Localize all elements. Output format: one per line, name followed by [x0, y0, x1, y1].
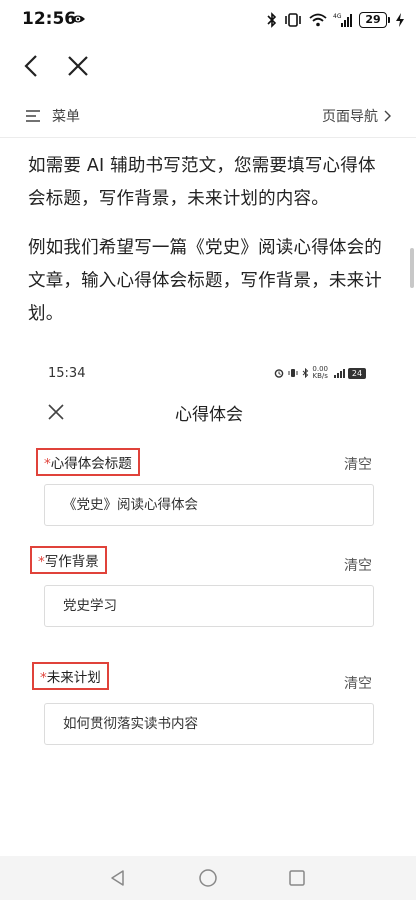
required-mark: *: [40, 670, 47, 686]
embedded-page-title: 心得体会: [175, 405, 243, 425]
plan-input: 如何贯彻落实读书内容: [44, 703, 374, 745]
eye-icon: [71, 15, 85, 23]
embedded-screenshot: 15:34 0.00 KB/s 24 心得体会 *心得体会标题 清空 《党史》阅…: [28, 358, 390, 758]
charging-icon: [396, 13, 404, 27]
article-paragraph: 如需要 AI 辅助书写范文，您需要填写心得体会标题，写作背景，未来计划的内容。: [28, 156, 376, 209]
required-mark: *: [44, 456, 51, 472]
chevron-right-icon: [384, 110, 391, 122]
alarm-icon: [275, 369, 284, 378]
svg-text:4G: 4G: [333, 13, 342, 20]
clear-button: 清空: [344, 457, 372, 473]
page-nav-label: 页面导航: [322, 109, 378, 125]
article-paragraph: 例如我们希望写一篇《党史》阅读心得体会的文章，输入心得体会标题，写作背景，未来计…: [28, 238, 382, 324]
field-label-plan: *未来计划: [32, 662, 109, 690]
nav-home-icon[interactable]: [198, 868, 218, 888]
field-label-text: 心得体会标题: [50, 456, 132, 472]
signal-icon: [334, 369, 345, 378]
system-nav-bar: [0, 856, 416, 900]
menu-icon: [26, 110, 40, 122]
back-arrow-icon[interactable]: [18, 50, 48, 82]
article-body: 如需要 AI 辅助书写范文，您需要填写心得体会标题，写作背景，未来计划的内容。 …: [28, 150, 390, 331]
menu-label: 菜单: [52, 109, 80, 125]
status-bar: 12:56 4G 29: [0, 0, 416, 40]
page-nav-button[interactable]: 页面导航: [322, 106, 392, 126]
top-nav: [0, 44, 416, 88]
scroll-indicator[interactable]: [410, 248, 414, 288]
clear-button: 清空: [344, 676, 372, 692]
nav-recent-icon[interactable]: [287, 868, 307, 888]
field-label-title: *心得体会标题: [36, 448, 140, 476]
embedded-status-time: 15:34: [48, 366, 86, 381]
embedded-status-icons: 0.00 KB/s 24: [274, 366, 366, 380]
field-label-background: *写作背景: [30, 546, 107, 574]
bluetooth-icon: [267, 12, 277, 28]
embedded-battery: 24: [348, 367, 366, 379]
title-input: 《党史》阅读心得体会: [44, 484, 374, 526]
field-label-text: 写作背景: [44, 554, 99, 570]
background-input: 党史学习: [44, 585, 374, 627]
battery-indicator: 29: [359, 12, 390, 28]
nav-back-icon[interactable]: [108, 868, 128, 888]
menu-bar: 菜单 页面导航: [0, 98, 416, 138]
menu-button[interactable]: 菜单: [26, 106, 80, 126]
embedded-net-speed-unit: KB/s: [312, 372, 328, 380]
close-icon[interactable]: [62, 50, 94, 82]
status-time: 12:56: [22, 9, 77, 29]
required-mark: *: [38, 554, 45, 570]
clear-button: 清空: [344, 558, 372, 574]
signal-icon: 4G: [333, 13, 352, 27]
field-label-text: 未来计划: [46, 670, 101, 686]
vibrate-icon: [288, 369, 298, 377]
wifi-icon: [309, 13, 327, 27]
battery-level: 29: [359, 12, 387, 28]
vibrate-icon: [285, 13, 301, 27]
bluetooth-icon: [303, 368, 309, 378]
status-icons: 4G 29: [267, 10, 404, 30]
